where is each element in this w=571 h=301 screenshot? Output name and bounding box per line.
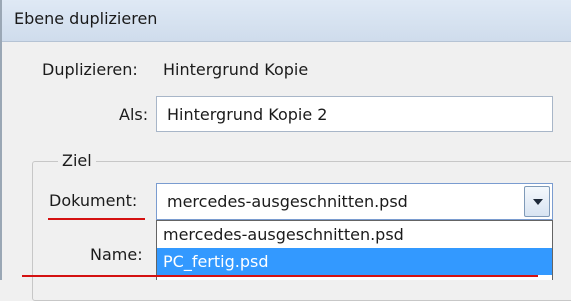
dialog-title: Ebene duplizieren [14,9,158,28]
as-name-input-value: Hintergrund Kopie 2 [167,105,328,124]
chevron-down-icon [533,199,543,205]
dropdown-option-mercedes[interactable]: mercedes-ausgeschnitten.psd [157,221,552,248]
document-label-red-underline [48,218,145,220]
dialog-titlebar[interactable]: Ebene duplizieren [2,0,571,42]
document-select[interactable]: mercedes-ausgeschnitten.psd [156,183,553,220]
target-group-legend: Ziel [58,151,96,170]
duplicate-layer-dialog: Ebene duplizieren Duplizieren: Hintergru… [0,0,571,301]
dropdown-option-label: mercedes-ausgeschnitten.psd [163,225,404,244]
duplicate-label: Duplizieren: [42,60,138,79]
document-select-value: mercedes-ausgeschnitten.psd [167,192,408,211]
document-select-dropdown-button[interactable] [524,186,550,217]
dropdown-red-annotation-line [22,275,538,277]
dropdown-option-pc-fertig[interactable]: PC_fertig.psd [157,248,552,275]
dropdown-option-label: PC_fertig.psd [163,252,269,271]
as-name-input[interactable]: Hintergrund Kopie 2 [156,96,553,132]
duplicate-source-value: Hintergrund Kopie [163,60,309,79]
as-label: Als: [119,105,149,124]
document-dropdown-list: mercedes-ausgeschnitten.psd PC_fertig.ps… [156,220,553,280]
document-label: Dokument: [49,191,138,210]
name-label: Name: [90,245,143,264]
